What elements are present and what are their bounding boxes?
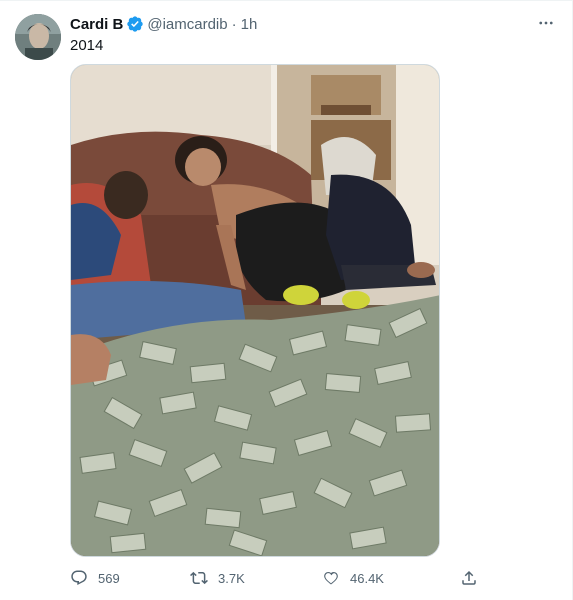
tweet-card[interactable]: Cardi B @iamcardib · 1h 2014 569 3.7K 46… [0,0,573,600]
author-handle[interactable]: @iamcardib [147,16,227,33]
heart-icon [322,569,340,587]
tweet-actions: 569 3.7K 46.4K [70,566,490,590]
reply-count: 569 [98,570,120,586]
like-button[interactable]: 46.4K [322,566,384,590]
tweet-photo[interactable] [70,64,440,557]
separator-dot: · [231,15,237,33]
reply-button[interactable]: 569 [70,566,120,590]
photo-illustration [71,65,439,556]
avatar[interactable] [15,14,61,60]
author-name[interactable]: Cardi B [70,16,123,33]
share-icon [460,569,478,587]
tweet-text: 2014 [70,37,104,54]
retweet-button[interactable]: 3.7K [190,566,245,590]
retweet-count: 3.7K [218,570,245,586]
verified-badge-icon [126,15,144,33]
like-count: 46.4K [350,570,384,586]
reply-icon [70,569,88,587]
retweet-icon [190,569,208,587]
more-horizontal-icon[interactable] [532,13,560,33]
tweet-timestamp[interactable]: 1h [241,16,258,33]
tweet-header: Cardi B @iamcardib · 1h [70,14,257,34]
share-button[interactable] [460,566,478,590]
